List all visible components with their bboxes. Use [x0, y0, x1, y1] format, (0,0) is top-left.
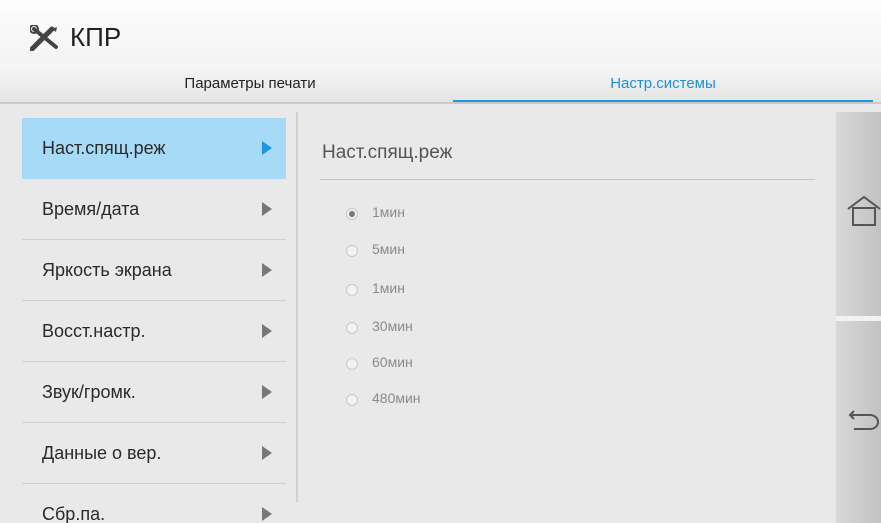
- menu-item-label: Восст.настр.: [42, 321, 146, 341]
- option-label: 480мин: [372, 390, 421, 406]
- arrow-right-icon: [262, 263, 272, 277]
- menu-item-label: Время/дата: [42, 199, 140, 219]
- menu-item-reset[interactable]: Сбр.па.: [22, 484, 286, 523]
- tab-system-settings[interactable]: Настр.системы: [453, 64, 873, 104]
- panel-title: Наст.спящ.реж: [322, 142, 453, 163]
- menu-item-sleep-mode[interactable]: Наст.спящ.реж: [22, 118, 286, 179]
- menu-item-label: Наст.спящ.реж: [42, 138, 166, 158]
- menu-item-label: Яркость экрана: [42, 260, 172, 280]
- arrow-right-icon: [262, 202, 272, 216]
- radio-icon: [346, 284, 358, 296]
- settings-menu: Наст.спящ.реж Время/дата Яркость экрана …: [22, 118, 286, 523]
- radio-icon: [346, 245, 358, 257]
- arrow-right-icon: [262, 507, 272, 521]
- menu-item-sound[interactable]: Звук/громк.: [22, 362, 286, 423]
- home-button[interactable]: [836, 112, 881, 316]
- arrow-right-icon: [262, 446, 272, 460]
- option-label: 1мин: [372, 204, 405, 220]
- back-button[interactable]: [836, 321, 881, 523]
- radio-icon: [346, 394, 358, 406]
- back-icon: [848, 407, 881, 436]
- arrow-right-icon: [262, 324, 272, 338]
- tab-print-settings[interactable]: Параметры печати: [30, 64, 470, 104]
- tools-icon: [29, 24, 60, 56]
- menu-item-time-date[interactable]: Время/дата: [22, 179, 286, 240]
- menu-item-label: Звук/громк.: [42, 382, 136, 402]
- arrow-right-icon: [262, 385, 272, 399]
- title-bar: КПР: [0, 0, 881, 64]
- option-label: 30мин: [372, 318, 413, 334]
- tab-divider: [0, 102, 881, 104]
- radio-icon: [346, 322, 358, 334]
- menu-item-brightness[interactable]: Яркость экрана: [22, 240, 286, 301]
- option-label: 5мин: [372, 241, 405, 257]
- menu-item-label: Данные о вер.: [42, 443, 162, 463]
- radio-icon: [346, 358, 358, 370]
- panel-divider: [296, 112, 298, 502]
- tab-system-settings-label: Настр.системы: [610, 75, 716, 92]
- app-title: КПР: [70, 22, 122, 52]
- arrow-right-icon: [262, 141, 272, 155]
- menu-item-label: Сбр.па.: [42, 504, 106, 523]
- menu-item-restore[interactable]: Восст.настр.: [22, 301, 286, 362]
- option-label: 1мин: [372, 280, 405, 296]
- panel-title-rule: [320, 179, 815, 180]
- radio-selected-icon: [346, 208, 358, 220]
- menu-item-version[interactable]: Данные о вер.: [22, 423, 286, 484]
- home-icon: [846, 194, 881, 233]
- tab-bar: Параметры печати Настр.системы: [0, 64, 881, 104]
- option-label: 60мин: [372, 354, 413, 370]
